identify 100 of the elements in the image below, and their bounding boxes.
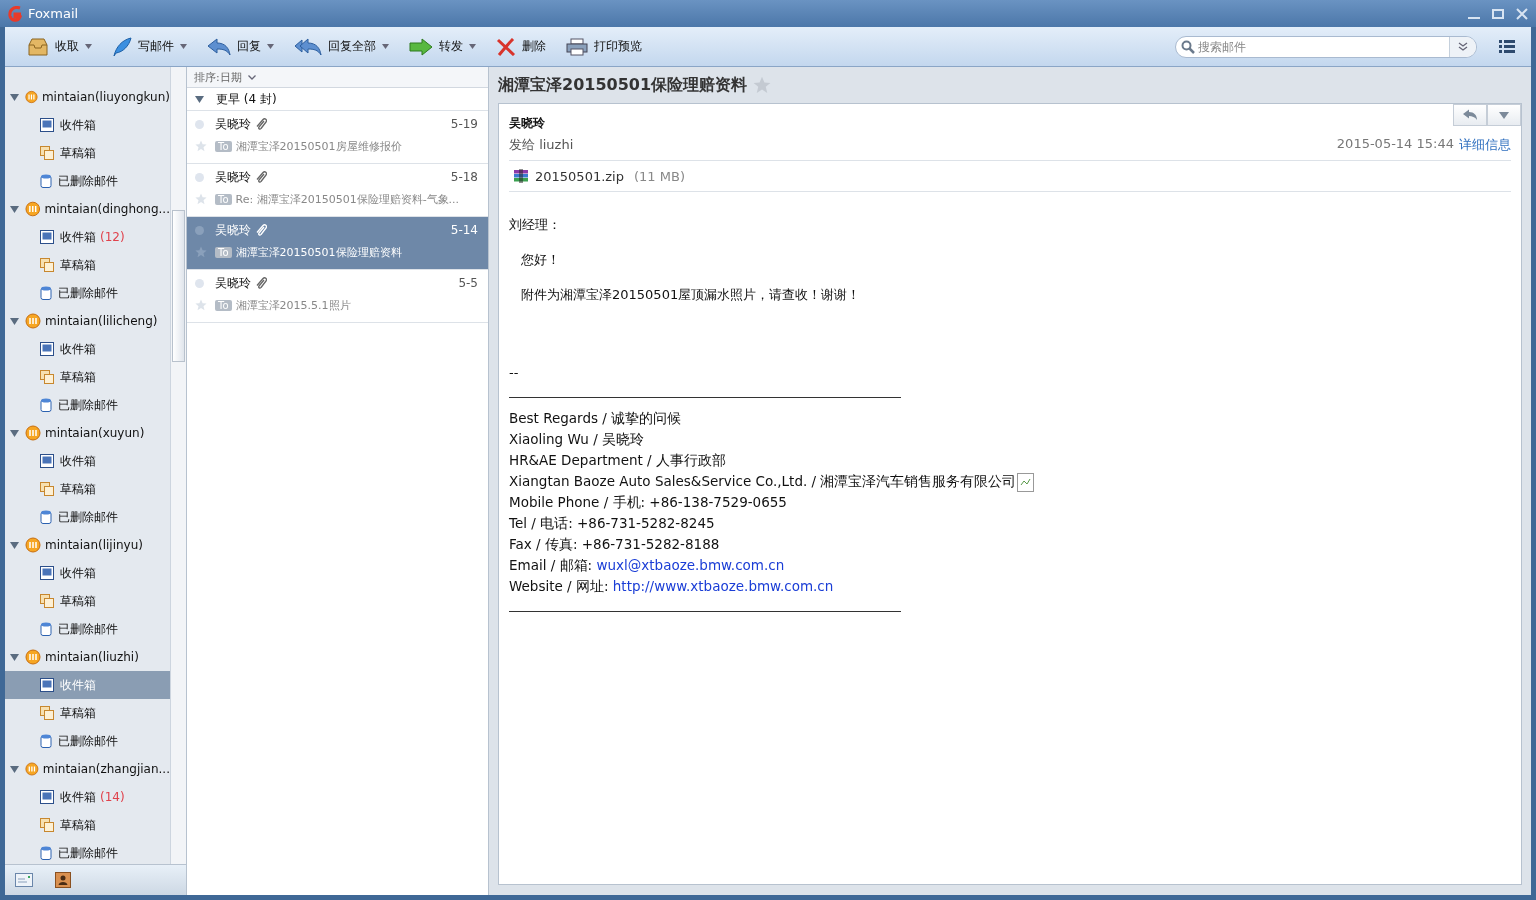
cross-icon	[496, 37, 516, 56]
menu-icon[interactable]	[1499, 40, 1515, 53]
folder-item[interactable]: 已删除邮件	[5, 503, 170, 531]
signature-line: Email / 邮箱: wuxl@xtbaoze.bmw.com.cn	[509, 556, 785, 575]
folder-item[interactable]: 已删除邮件	[5, 839, 170, 864]
folder-item[interactable]: 草稿箱	[5, 811, 170, 839]
sort-dropdown[interactable]: 排序:日期	[194, 69, 256, 85]
folder-item[interactable]: 收件箱	[5, 111, 170, 139]
expanded-triangle-icon[interactable]	[10, 653, 19, 661]
read-status-icon	[195, 225, 204, 235]
envelope-icon[interactable]	[15, 873, 33, 887]
folder-item[interactable]: 已删除邮件	[5, 167, 170, 195]
trash-can-icon	[40, 174, 52, 188]
contacts-book-icon[interactable]	[55, 872, 71, 888]
folder-item[interactable]: 草稿箱	[5, 363, 170, 391]
folder-item[interactable]: 草稿箱	[5, 139, 170, 167]
trash-can-icon	[40, 734, 52, 748]
folder-item[interactable]: 已删除邮件	[5, 615, 170, 643]
expanded-triangle-icon[interactable]	[195, 95, 204, 103]
expanded-triangle-icon[interactable]	[10, 93, 19, 101]
folder-item[interactable]: 草稿箱	[5, 251, 170, 279]
toolbar-button[interactable]: 收取	[21, 33, 98, 60]
toolbar-button[interactable]: 回复全部	[288, 34, 395, 59]
expanded-triangle-icon[interactable]	[10, 205, 19, 213]
feather-icon	[112, 36, 132, 57]
folder-item[interactable]: 收件箱	[5, 447, 170, 475]
reply-button[interactable]	[1453, 104, 1487, 126]
star-icon[interactable]	[195, 193, 207, 205]
account-icon	[25, 761, 39, 777]
account-item[interactable]: mintaian(zhangjian...	[5, 755, 170, 783]
expanded-triangle-icon[interactable]	[10, 765, 19, 773]
toolbar-button[interactable]: 删除	[490, 34, 552, 59]
printer-icon	[566, 37, 588, 56]
signature-line: Xiangtan Baoze Auto Sales&Service Co.,Ltd. / 湘潭宝泽汽车销售服务有限公司	[509, 472, 1017, 491]
account-item[interactable]: mintaian(liuzhi)	[5, 643, 170, 671]
reply-arrow-icon	[1462, 109, 1478, 121]
folder-item[interactable]: 收件箱	[5, 335, 170, 363]
folder-item[interactable]: 已删除邮件	[5, 279, 170, 307]
toolbar-button[interactable]: 回复	[201, 34, 280, 59]
inbox-icon	[40, 678, 54, 692]
window-title: Foxmail	[28, 6, 79, 21]
chevron-down-icon[interactable]	[1458, 42, 1468, 51]
trash-can-icon	[40, 622, 52, 636]
sender-name: 吴晓玲	[509, 115, 545, 132]
archive-file-icon	[513, 168, 529, 184]
inbox-icon	[40, 118, 54, 132]
folder-item[interactable]: 已删除邮件	[5, 391, 170, 419]
folder-item[interactable]: 草稿箱	[5, 587, 170, 615]
expanded-triangle-icon[interactable]	[10, 429, 19, 437]
more-button[interactable]	[1487, 104, 1521, 126]
expanded-triangle-icon[interactable]	[10, 317, 19, 325]
folder-item[interactable]: 收件箱 (14)	[5, 783, 170, 811]
recipient-text: 发给 liuzhi	[509, 136, 574, 154]
account-item[interactable]: mintaian(lijinyu)	[5, 531, 170, 559]
expanded-triangle-icon[interactable]	[10, 541, 19, 549]
search-box[interactable]: 搜索邮件	[1175, 35, 1477, 58]
trash-can-icon	[40, 286, 52, 300]
account-icon	[25, 425, 41, 441]
drafts-icon	[40, 818, 54, 832]
drafts-icon	[40, 482, 54, 496]
drafts-icon	[40, 370, 54, 384]
message-item[interactable]: 吴晓玲 5-14 To 湘潭宝泽20150501保险理赔资料	[187, 217, 488, 270]
body-text: 您好！	[521, 252, 560, 267]
folder-item[interactable]: 草稿箱	[5, 699, 170, 727]
search-icon	[1181, 39, 1195, 54]
read-status-icon	[195, 119, 204, 129]
toolbar-button[interactable]: 写邮件	[106, 33, 193, 60]
account-item[interactable]: mintaian(liuyongkun)	[5, 83, 170, 111]
search-field[interactable]: 搜索邮件	[1198, 36, 1449, 57]
account-item[interactable]: mintaian(xuyun)	[5, 419, 170, 447]
signature-link[interactable]: http://www.xtbaoze.bmw.com.cn	[612, 578, 834, 594]
details-link[interactable]: 详细信息	[1459, 136, 1511, 154]
signature-line: Xiaoling Wu / 吴晓玲	[509, 430, 644, 449]
signature-line: Mobile Phone / 手机: +86-138-7529-0655	[509, 493, 787, 512]
close-icon[interactable]	[1516, 7, 1528, 20]
star-icon[interactable]	[753, 76, 772, 94]
toolbar-button[interactable]: 打印预览	[560, 34, 648, 59]
read-status-icon	[195, 278, 204, 288]
star-icon[interactable]	[195, 246, 207, 258]
body-text: --	[509, 365, 519, 380]
group-header[interactable]: 更早 (4 封)	[187, 88, 488, 111]
folder-item[interactable]: 已删除邮件	[5, 727, 170, 755]
inbox-icon	[40, 342, 54, 356]
scrollbar-thumb[interactable]	[172, 210, 185, 363]
account-item[interactable]: mintaian(dinghong...	[5, 195, 170, 223]
folder-item[interactable]: 草稿箱	[5, 475, 170, 503]
message-item[interactable]: 吴晓玲 5-5 To 湘潭宝泽2015.5.1照片	[187, 270, 488, 323]
signature-link[interactable]: wuxl@xtbaoze.bmw.com.cn	[596, 557, 785, 573]
email-subject: 湘潭宝泽20150501保险理赔资料	[498, 74, 748, 96]
account-icon	[25, 649, 41, 665]
toolbar-button[interactable]: 转发	[403, 34, 482, 59]
star-icon[interactable]	[195, 140, 207, 152]
signature-line: Best Regards / 诚挚的问候	[509, 409, 682, 428]
star-icon[interactable]	[195, 299, 207, 311]
folder-item[interactable]: 收件箱 (12)	[5, 223, 170, 251]
maximize-icon[interactable]	[1492, 7, 1504, 20]
attachment-item[interactable]: 20150501.zip (11 MB)	[509, 160, 1511, 192]
message-item[interactable]: 吴晓玲 5-19 To 湘潭宝泽20150501房屋维修报价	[187, 111, 488, 164]
folder-item[interactable]: 收件箱	[5, 559, 170, 587]
account-item[interactable]: mintaian(lilicheng)	[5, 307, 170, 335]
